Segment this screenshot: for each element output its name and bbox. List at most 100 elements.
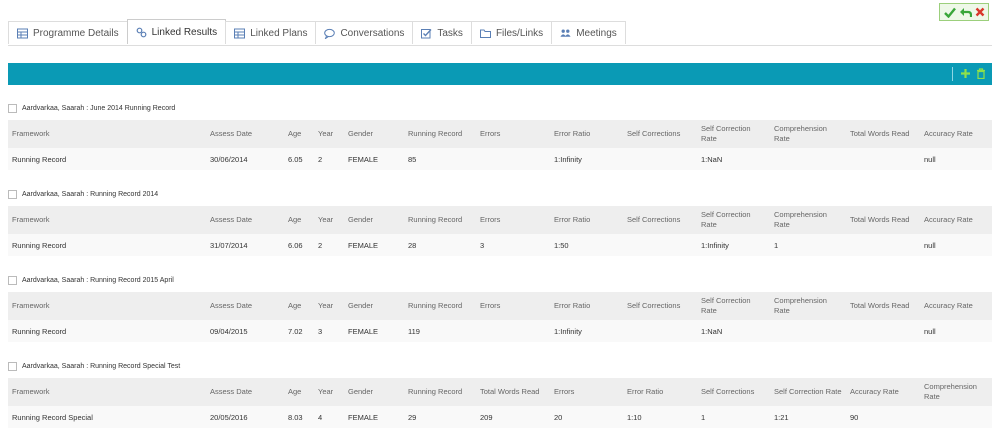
column-header: Error Ratio xyxy=(554,301,591,310)
record-checkbox[interactable] xyxy=(8,103,17,113)
column-header: Framework xyxy=(12,301,50,310)
column-header: Accuracy Rate xyxy=(924,215,973,224)
tab-bar: Programme Details Linked Results Linked Pl… xyxy=(8,19,992,46)
column-header: Total Words Read xyxy=(850,129,910,138)
record-header: Aardvarkaa, Saarah : Running Record 2014 xyxy=(8,186,992,202)
record-table: Framework Assess Date Age Year Gender Running… xyxy=(8,378,992,428)
close-button[interactable] xyxy=(975,7,985,17)
column-header: Accuracy Rate xyxy=(850,387,899,396)
column-header: Comprehension Rate xyxy=(774,124,827,143)
table-cell: 1:Infinity xyxy=(554,326,582,336)
undo-button[interactable] xyxy=(959,7,972,18)
table-cell: 20/05/2016 xyxy=(210,412,248,422)
column-header: Year xyxy=(318,387,334,396)
record-title: Aardvarkaa, Saarah : Running Record 2015… xyxy=(22,276,174,284)
column-header: Self Correction Rate xyxy=(774,387,842,396)
tab-label: Files/Links xyxy=(495,27,544,39)
table-cell: 3 xyxy=(480,240,485,250)
record-header: Aardvarkaa, Saarah : Running Record 2015… xyxy=(8,272,992,288)
tab-label: Linked Results xyxy=(151,26,218,38)
column-header: Year xyxy=(318,301,334,310)
table-row[interactable]: Running Record 30/06/2014 6.05 2 FEMALE 85 1:I… xyxy=(8,148,992,170)
column-header: Gender xyxy=(348,387,374,396)
record-checkbox[interactable] xyxy=(8,189,17,199)
column-header: Accuracy Rate xyxy=(924,301,973,310)
column-header: Accuracy Rate xyxy=(924,129,973,138)
delete-result-button[interactable] xyxy=(976,68,986,79)
table-cell: FEMALE xyxy=(348,412,379,422)
table-cell xyxy=(846,148,920,170)
table-cell: 1 xyxy=(774,240,779,250)
table-cell: 1:50 xyxy=(554,240,569,250)
table-cell: Running Record xyxy=(12,326,67,336)
column-header: Framework xyxy=(12,215,50,224)
column-header: Self Correction Rate xyxy=(701,210,751,229)
table-cell: 20 xyxy=(554,412,563,422)
tab-files-links[interactable]: Files/Links xyxy=(470,21,553,44)
table-row[interactable]: Running Record Special 20/05/2016 8.03 4 FEM… xyxy=(8,406,992,428)
users-icon xyxy=(560,28,571,39)
table-cell xyxy=(623,148,697,170)
table-cell: FEMALE xyxy=(348,240,379,250)
table-cell: 85 xyxy=(408,154,417,164)
table-cell: 209 xyxy=(480,412,493,422)
column-header: Error Ratio xyxy=(627,387,664,396)
column-header: Framework xyxy=(12,387,50,396)
column-header: Age xyxy=(288,301,302,310)
table-cell: 3 xyxy=(318,326,323,336)
checkbox-icon xyxy=(421,28,432,39)
result-record: Aardvarkaa, Saarah : Running Record Spec… xyxy=(8,358,992,428)
tab-meetings[interactable]: Meetings xyxy=(551,21,626,44)
table-row[interactable]: Running Record 09/04/2015 7.02 3 FEMALE 119 1:… xyxy=(8,320,992,342)
column-header: Assess Date xyxy=(210,129,253,138)
table-cell xyxy=(846,320,920,342)
tab-label: Linked Plans xyxy=(250,27,308,39)
chat-bubble-icon xyxy=(324,28,336,39)
result-record: Aardvarkaa, Saarah : Running Record 2014… xyxy=(8,186,992,256)
table-cell: 6.05 xyxy=(288,154,303,164)
toolbar-divider xyxy=(952,67,953,81)
column-header: Total Words Read xyxy=(850,215,910,224)
table-cell: Running Record xyxy=(12,154,67,164)
record-checkbox[interactable] xyxy=(8,275,17,285)
table-icon xyxy=(234,28,246,39)
column-header: Gender xyxy=(348,215,374,224)
column-header: Self Corrections xyxy=(627,301,681,310)
table-row[interactable]: Running Record 31/07/2014 6.06 2 FEMALE 28 3 1:… xyxy=(8,234,992,256)
add-result-button[interactable] xyxy=(960,68,971,79)
tab-conversations[interactable]: Conversations xyxy=(315,21,414,44)
table-icon xyxy=(17,28,28,39)
table-cell xyxy=(770,320,846,342)
tab-linked-plans[interactable]: Linked Plans xyxy=(225,21,317,44)
column-header: Age xyxy=(288,215,302,224)
column-header: Self Corrections xyxy=(627,129,681,138)
table-cell xyxy=(770,148,846,170)
undo-icon xyxy=(959,7,972,17)
tab-linked-results[interactable]: Linked Results xyxy=(126,19,227,44)
column-header: Gender xyxy=(348,129,374,138)
column-header: Year xyxy=(318,129,334,138)
record-checkbox[interactable] xyxy=(8,361,17,371)
table-cell xyxy=(623,320,697,342)
column-header: Error Ratio xyxy=(554,129,591,138)
tab-programme-details[interactable]: Programme Details xyxy=(8,21,128,44)
trash-icon xyxy=(977,68,985,79)
column-header: Errors xyxy=(480,301,501,310)
column-header: Running Record xyxy=(408,129,463,138)
table-cell: 1:NaN xyxy=(701,326,723,336)
save-button[interactable] xyxy=(943,7,956,18)
tab-label: Meetings xyxy=(576,27,617,39)
tab-tasks[interactable]: Tasks xyxy=(412,21,472,44)
table-cell: FEMALE xyxy=(348,326,379,336)
record-title: Aardvarkaa, Saarah : Running Record Spec… xyxy=(22,362,181,370)
table-cell: FEMALE xyxy=(348,154,379,164)
table-cell: 2 xyxy=(318,240,323,250)
tab-label: Programme Details xyxy=(33,27,119,39)
table-cell: 8.03 xyxy=(288,412,303,422)
table-cell: 4 xyxy=(318,412,323,422)
table-cell: 2 xyxy=(318,154,323,164)
link-icon xyxy=(136,27,147,38)
record-title: Aardvarkaa, Saarah : Running Record 2014 xyxy=(22,190,159,198)
tab-label: Tasks xyxy=(437,27,463,39)
column-header: Errors xyxy=(480,129,501,138)
